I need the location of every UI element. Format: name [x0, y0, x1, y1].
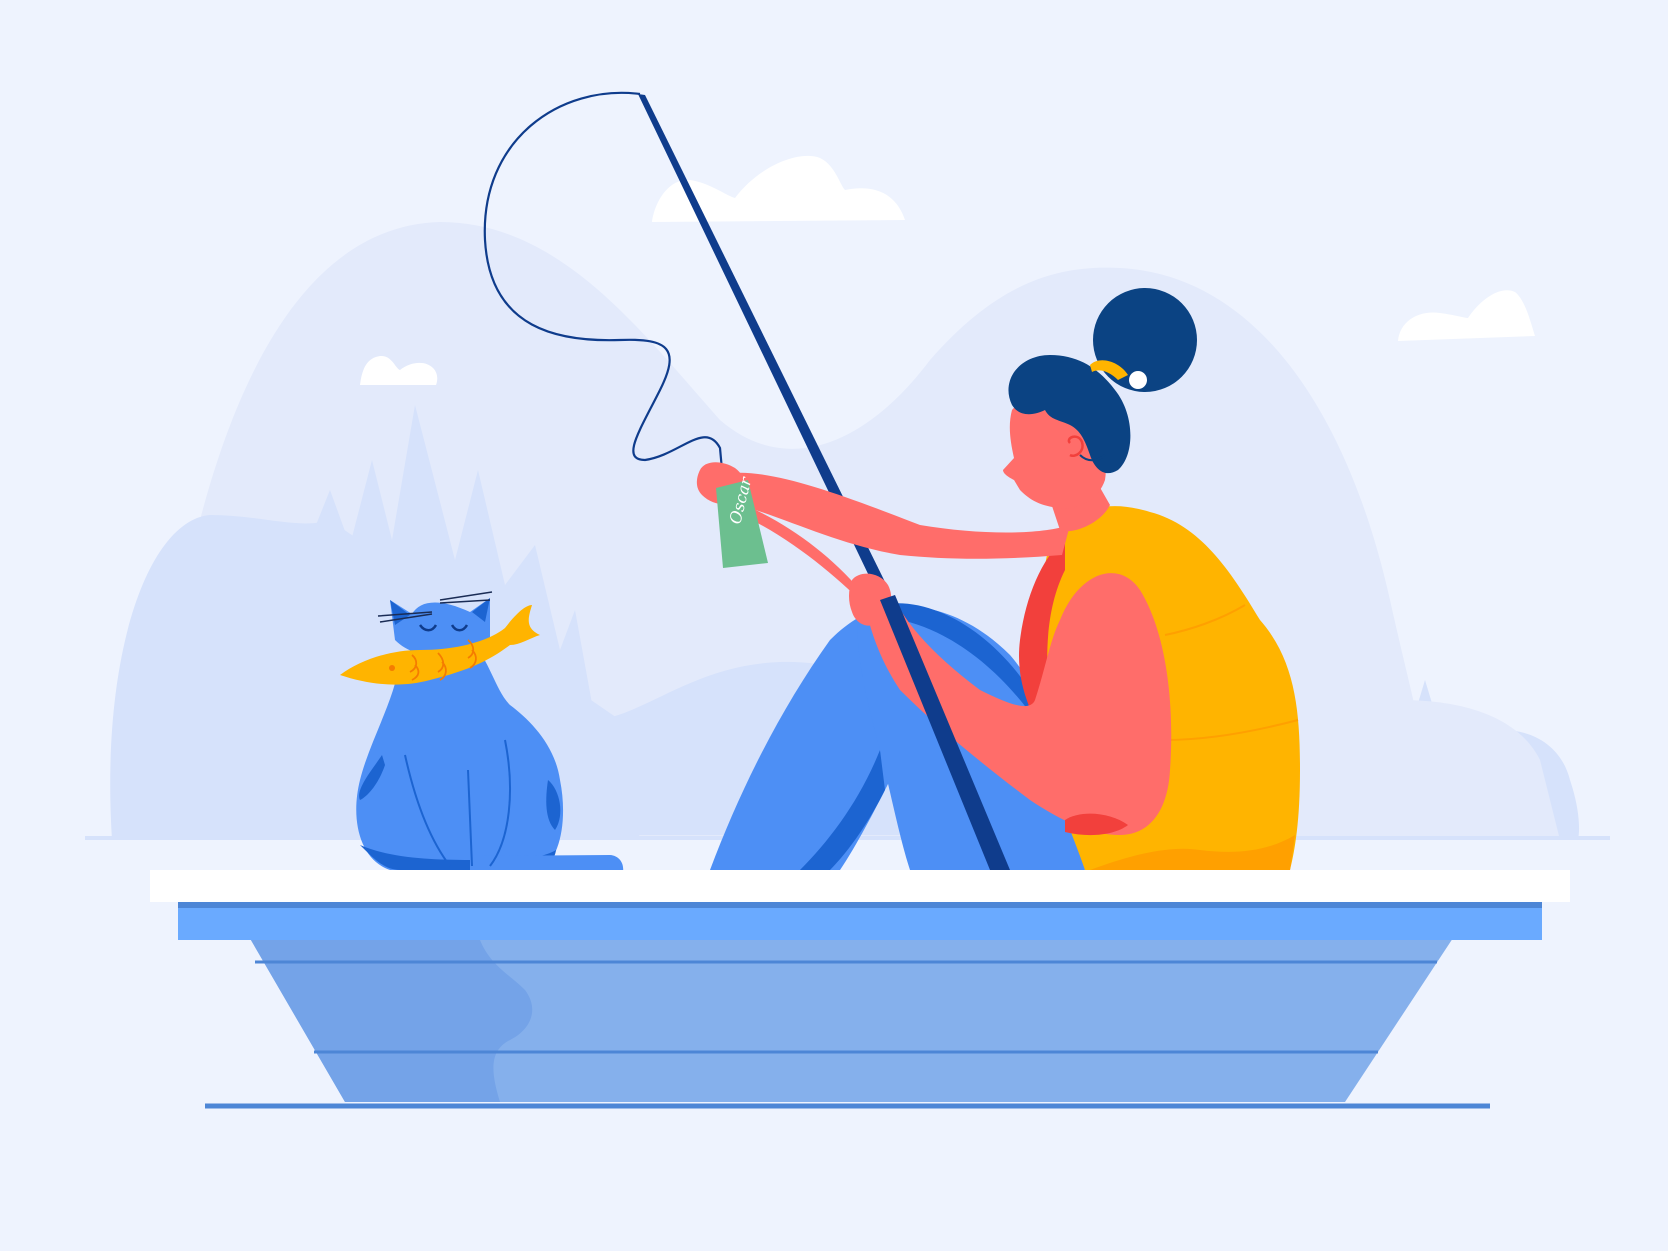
- boat-rim: [150, 870, 1570, 902]
- hair-clip-icon: [1129, 371, 1147, 389]
- fishing-illustration: Oscar: [0, 0, 1668, 1251]
- boat: [150, 870, 1570, 1109]
- fish-eye: [389, 665, 395, 671]
